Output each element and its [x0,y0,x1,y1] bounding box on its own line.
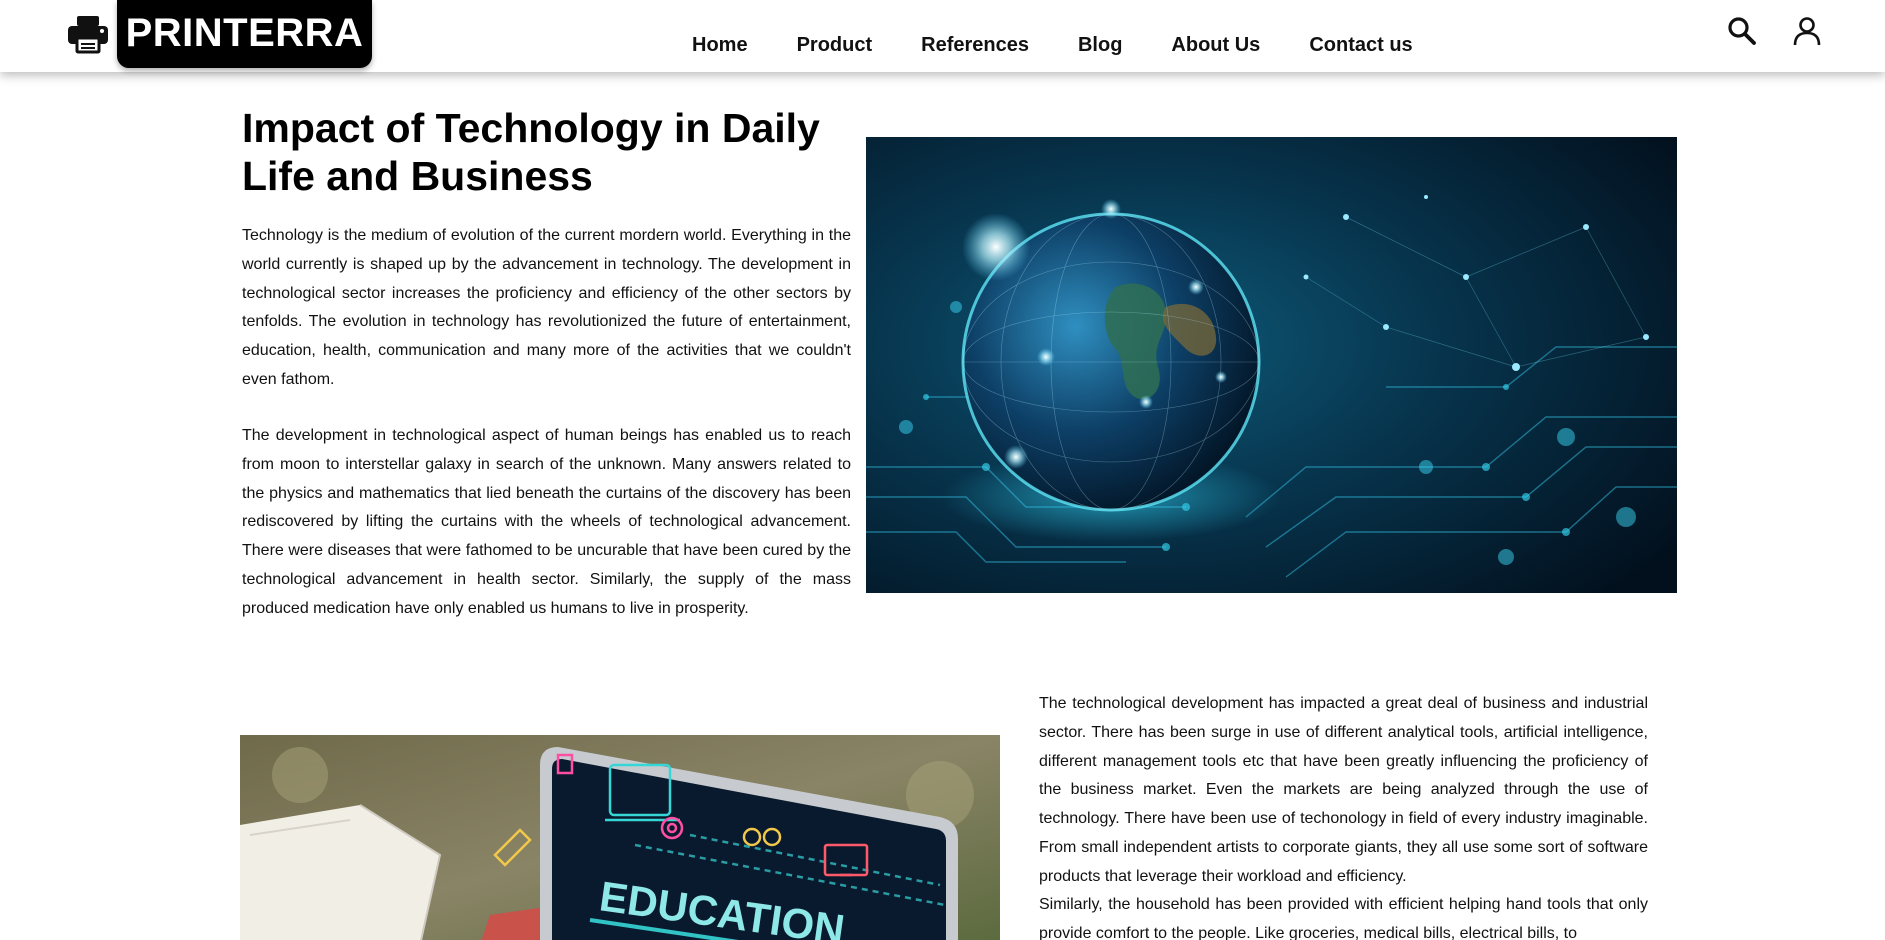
nav-about-us[interactable]: About Us [1171,32,1260,58]
article-paragraph: The technological development has impact… [1039,695,1648,885]
search-icon[interactable] [1726,15,1758,47]
article-paragraph: The development in technological aspect … [242,427,851,617]
brand-logo[interactable]: PRINTERRA [117,0,372,68]
education-laptop-image: EDUCATION [240,735,1000,940]
site-header: PRINTERRA Home Product References Blog A… [0,0,1885,72]
article-paragraph: Similarly, the household has been provid… [1039,896,1648,940]
nav-product[interactable]: Product [797,32,873,58]
main-nav: Home Product References Blog About Us Co… [692,32,1413,58]
printer-icon [68,16,108,54]
nav-references[interactable]: References [921,32,1029,58]
nav-home[interactable]: Home [692,32,748,58]
nav-blog[interactable]: Blog [1078,32,1122,58]
article-paragraph: Technology is the medium of evolution of… [242,227,851,388]
technology-globe-image [866,137,1677,593]
article-title: Impact of Technology in Daily Life and B… [242,105,820,199]
nav-contact-us[interactable]: Contact us [1309,32,1412,58]
brand-name: PRINTERRA [125,11,364,55]
user-icon[interactable] [1791,15,1823,47]
